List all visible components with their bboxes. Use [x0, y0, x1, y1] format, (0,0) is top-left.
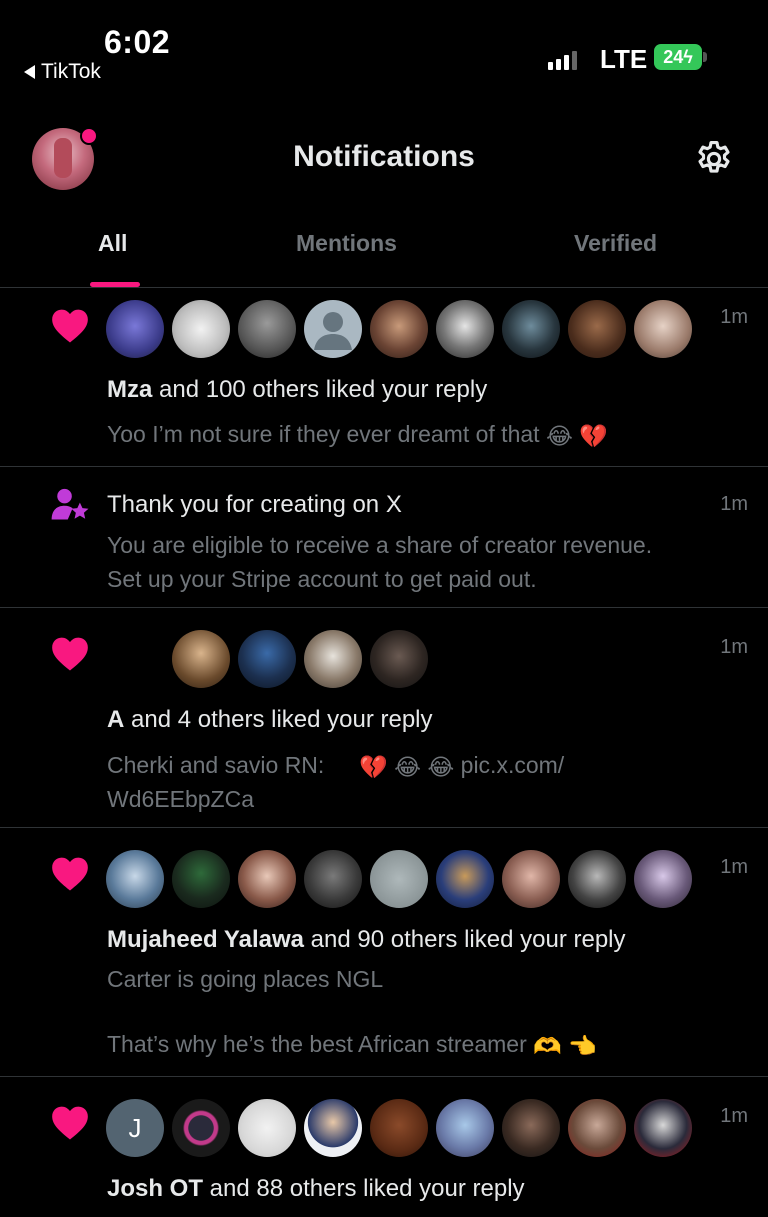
reply-preview: Carter is going places NGL: [107, 966, 384, 992]
joy-emoji-icon: 😂: [427, 753, 455, 780]
heart-icon: [50, 854, 90, 892]
heart-hands-emoji-icon: 🫶: [533, 1032, 562, 1059]
notification-item[interactable]: J 1m Josh OT and 88 others liked your re…: [0, 1077, 768, 1217]
notification-item[interactable]: 1m A and 4 others liked your reply Cherk…: [0, 608, 768, 828]
heart-icon: [50, 306, 90, 344]
reply-preview-line2[interactable]: Wd6EEbpZCa: [107, 781, 254, 817]
default-person-icon: [314, 312, 352, 350]
avatar[interactable]: [436, 1099, 494, 1157]
avatar[interactable]: [238, 630, 296, 688]
signal-icon: [548, 50, 577, 70]
avatar[interactable]: [370, 300, 428, 358]
page-title: Notifications: [293, 140, 475, 173]
reply-preview-line2: That’s why he’s the best African streame…: [107, 1026, 597, 1064]
avatar[interactable]: [634, 850, 692, 908]
reply-preview: Yoo I’m not sure if they ever dreamt of …: [107, 416, 608, 454]
battery-icon: 24 ϟ: [654, 44, 702, 70]
avatar[interactable]: [634, 1099, 692, 1157]
joy-emoji-icon: 😂: [545, 422, 573, 449]
back-app-label: TikTok: [41, 60, 101, 83]
avatar[interactable]: [304, 850, 362, 908]
avatar[interactable]: [436, 850, 494, 908]
reply-text: Yoo I’m not sure if they ever dreamt of …: [107, 421, 540, 447]
gear-icon[interactable]: [693, 138, 735, 180]
avatar[interactable]: [568, 300, 626, 358]
reply-preview: Cherki and savio RN: 💔 😂 😂 pic.x.com/: [107, 747, 564, 785]
avatar[interactable]: [436, 300, 494, 358]
heart-icon: [50, 634, 90, 672]
joy-emoji-icon: 😂: [394, 753, 421, 780]
avatar[interactable]: [370, 630, 428, 688]
liker-avatars: [106, 630, 428, 688]
actor-name[interactable]: A: [107, 706, 124, 733]
avatar[interactable]: [568, 1099, 626, 1157]
back-to-app-link[interactable]: TikTok: [24, 60, 101, 84]
avatar[interactable]: [304, 1099, 362, 1157]
reply-text: Cherki and savio RN:: [107, 752, 325, 778]
broken-heart-emoji-icon: 💔: [359, 753, 388, 780]
pointing-hand-emoji-icon: 👈: [568, 1032, 597, 1059]
avatar[interactable]: [502, 1099, 560, 1157]
avatar-initial: J: [128, 1112, 142, 1143]
avatar[interactable]: [238, 1099, 296, 1157]
status-time: 6:02: [104, 24, 171, 60]
tab-mentions[interactable]: Mentions: [296, 230, 397, 257]
liker-avatars: J: [106, 1099, 692, 1157]
avatar[interactable]: [634, 300, 692, 358]
notification-item[interactable]: 1m Mza and 100 others liked your reply Y…: [0, 288, 768, 467]
battery-cap: [703, 52, 707, 62]
timestamp: 1m: [720, 856, 748, 878]
avatar[interactable]: [370, 1099, 428, 1157]
liker-avatars: [106, 850, 692, 908]
avatar[interactable]: [568, 850, 626, 908]
avatar[interactable]: [304, 300, 362, 358]
avatar[interactable]: [172, 630, 230, 688]
avatar[interactable]: J: [106, 1099, 164, 1157]
avatar[interactable]: [106, 850, 164, 908]
timestamp: 1m: [720, 493, 748, 515]
notification-text: Mza and 100 others liked your reply: [107, 376, 487, 404]
person-star-icon: [51, 488, 89, 520]
back-arrow-icon: [24, 65, 35, 79]
actor-name[interactable]: Josh OT: [107, 1175, 203, 1202]
notification-action: and 90 others liked your reply: [303, 926, 626, 953]
timestamp: 1m: [720, 1105, 748, 1127]
notification-text: Josh OT and 88 others liked your reply: [107, 1175, 525, 1203]
notification-item[interactable]: 1m Mujaheed Yalawa and 90 others liked y…: [0, 828, 768, 1077]
avatar[interactable]: [304, 630, 362, 688]
notification-text: Mujaheed Yalawa and 90 others liked your…: [107, 926, 626, 954]
actor-name[interactable]: Mza: [107, 376, 152, 403]
avatar[interactable]: [172, 300, 230, 358]
avatar[interactable]: [370, 850, 428, 908]
tab-all[interactable]: All: [98, 230, 127, 257]
avatar[interactable]: [238, 850, 296, 908]
notification-item[interactable]: 1m Thank you for creating on X You are e…: [0, 467, 768, 608]
avatar[interactable]: [106, 300, 164, 358]
media-link[interactable]: pic.x.com/: [461, 752, 565, 778]
avatar[interactable]: [502, 850, 560, 908]
battery-level: 24: [663, 46, 684, 67]
notification-title: Thank you for creating on X: [107, 491, 402, 518]
avatar[interactable]: [502, 300, 560, 358]
notification-body-line2: Set up your Stripe account to get paid o…: [107, 566, 537, 592]
avatar[interactable]: [172, 1099, 230, 1157]
avatar[interactable]: [238, 300, 296, 358]
notification-body-line1: You are eligible to receive a share of c…: [107, 532, 653, 558]
avatar[interactable]: [106, 630, 164, 688]
tab-verified[interactable]: Verified: [574, 230, 657, 257]
actor-name[interactable]: Mujaheed Yalawa: [107, 926, 304, 953]
notification-action: and 4 others liked your reply: [124, 706, 433, 733]
notification-text: A and 4 others liked your reply: [107, 706, 433, 734]
notification-action: and 100 others liked your reply: [152, 376, 488, 403]
liker-avatars: [106, 300, 692, 358]
broken-heart-emoji-icon: 💔: [579, 422, 608, 449]
network-label: LTE: [600, 44, 648, 74]
timestamp: 1m: [720, 636, 748, 658]
heart-icon: [50, 1103, 90, 1141]
reply-text: That’s why he’s the best African streame…: [107, 1031, 527, 1057]
charging-bolt-icon: ϟ: [683, 46, 693, 67]
notification-action: and 88 others liked your reply: [203, 1175, 525, 1202]
avatar[interactable]: [172, 850, 230, 908]
timestamp: 1m: [720, 306, 748, 328]
